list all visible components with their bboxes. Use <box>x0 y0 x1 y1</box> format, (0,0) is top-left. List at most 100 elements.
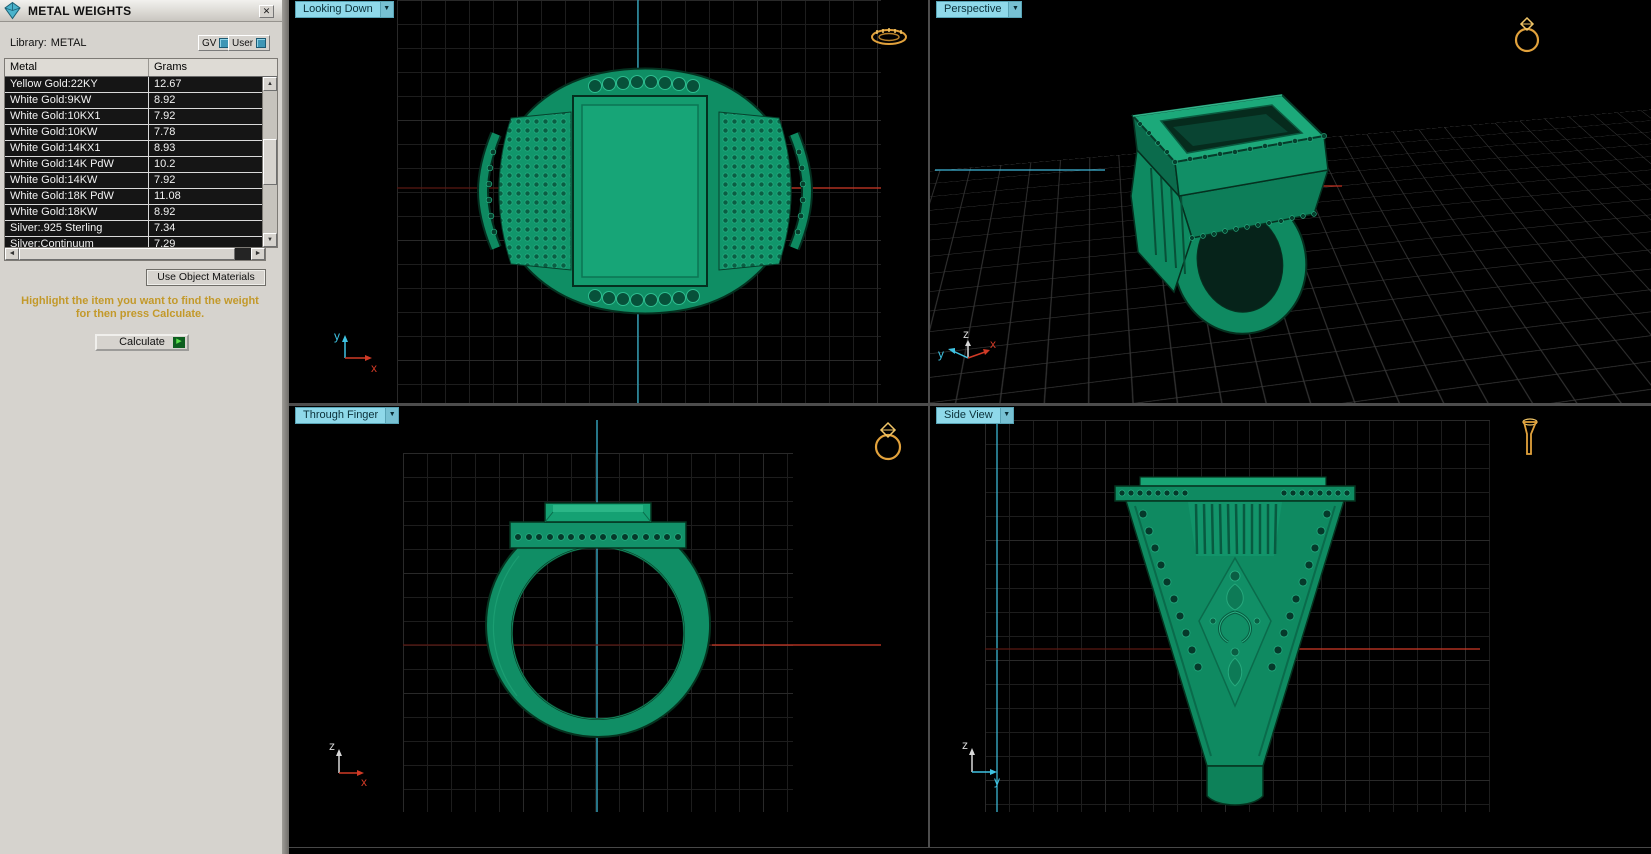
table-row[interactable]: White Gold:14K PdW 10.2 <box>5 157 262 173</box>
viewport-title-through-finger[interactable]: Through Finger ▼ <box>295 407 400 424</box>
ring-gizmo-side-icon <box>1522 418 1538 455</box>
cell-grams: 12.67 <box>154 78 182 90</box>
cell-metal: White Gold:14KX1 <box>5 141 149 156</box>
axis-indicator: y x <box>334 329 377 375</box>
table-row[interactable]: Silver:Continuum 7.29 <box>5 237 262 247</box>
perspective-scene: z y x <box>935 16 1540 361</box>
viewport-perspective[interactable]: z y x Perspective ▼ <box>930 0 1651 403</box>
cell-metal: White Gold:14K PdW <box>5 157 149 172</box>
user-library-button[interactable]: User <box>228 35 271 51</box>
cell-grams: 8.92 <box>154 94 176 106</box>
cell-grams: 8.93 <box>154 142 176 154</box>
ring-model-front-view <box>485 502 712 738</box>
cell-grams: 7.29 <box>154 238 176 247</box>
cell-metal: White Gold:10KW <box>5 125 149 140</box>
use-object-materials-button[interactable]: Use Object Materials <box>146 269 266 286</box>
viewport-through-finger[interactable]: z x Through Finger ▼ <box>289 406 928 847</box>
library-row: Library: METAL <box>10 37 87 49</box>
viewport-title-text[interactable]: Side View <box>936 407 1000 424</box>
panel-title: METAL WEIGHTS <box>28 3 132 18</box>
cell-metal: White Gold:18KW <box>5 205 149 220</box>
viewport-title-side-view[interactable]: Side View ▼ <box>936 407 1014 424</box>
viewport-title-text[interactable]: Perspective <box>936 1 1009 18</box>
cell-grams: 7.92 <box>154 174 176 186</box>
scroll-right-icon[interactable]: ► <box>251 248 265 260</box>
chevron-down-icon[interactable]: ▼ <box>385 407 400 424</box>
cell-metal: White Gold:18K PdW <box>5 189 149 204</box>
table-row[interactable]: White Gold:14KW 7.92 <box>5 173 262 189</box>
x-axis-label: x <box>990 337 996 351</box>
viewport-looking-down[interactable]: y x Looking Down ▼ <box>289 0 928 403</box>
table-header: Metal Grams <box>5 59 277 77</box>
library-label: Library: <box>10 37 47 49</box>
y-axis-label: y <box>994 774 1000 788</box>
x-axis-label: x <box>371 361 377 375</box>
x-axis-label: x <box>361 775 367 789</box>
chevron-down-icon[interactable]: ▼ <box>379 1 394 18</box>
ring-gizmo-top-icon <box>871 28 907 45</box>
table-row[interactable]: Silver:.925 Sterling 7.34 <box>5 221 262 237</box>
through-finger-scene: z x <box>329 420 902 812</box>
chevron-down-icon[interactable]: ▼ <box>1008 1 1023 18</box>
viewport-side-view[interactable]: z y Side View ▼ <box>930 406 1651 847</box>
column-header-grams[interactable]: Grams <box>149 59 277 76</box>
metal-weights-icon <box>4 1 21 20</box>
y-axis-label: y <box>938 347 944 361</box>
calculate-button[interactable]: Calculate ▶ <box>95 334 189 351</box>
scrollbar-thumb[interactable] <box>263 139 277 185</box>
instruction-line-2: for then press Calculate. <box>75 308 205 320</box>
panel-titlebar[interactable]: METAL WEIGHTS ✕ <box>0 0 282 22</box>
table-row[interactable]: Yellow Gold:22KY 12.67 <box>5 77 262 93</box>
cell-grams: 11.08 <box>154 190 181 202</box>
horizontal-scrollbar[interactable]: ◄ ► <box>4 247 266 261</box>
z-axis-label: z <box>329 739 335 753</box>
table-row[interactable]: White Gold:10KW 7.78 <box>5 125 262 141</box>
cell-metal: Silver:.925 Sterling <box>5 221 149 236</box>
calculate-label: Calculate <box>119 336 165 348</box>
user-label: User <box>232 37 254 49</box>
cell-grams: 7.78 <box>154 126 176 138</box>
close-icon[interactable]: ✕ <box>259 5 274 18</box>
metal-weights-table: Metal Grams Yellow Gold:22KY 12.67 White … <box>4 58 278 248</box>
calculate-play-icon: ▶ <box>173 337 185 348</box>
cell-grams: 7.92 <box>154 110 176 122</box>
cell-grams: 7.34 <box>154 222 176 234</box>
viewport-title-perspective[interactable]: Perspective ▼ <box>936 1 1023 18</box>
cell-metal: Silver:Continuum <box>5 237 149 247</box>
table-row[interactable]: White Gold:9KW 8.92 <box>5 93 262 109</box>
table-row[interactable]: White Gold:18KW 8.92 <box>5 205 262 221</box>
viewport-bottom-edge <box>289 847 1651 848</box>
table-row[interactable]: White Gold:14KX1 8.93 <box>5 141 262 157</box>
vertical-scrollbar[interactable]: ▲ ▼ <box>262 77 277 247</box>
axis-indicator: z y <box>962 738 1000 788</box>
ring-model-perspective <box>1130 93 1330 335</box>
ring-model-side-view <box>1114 476 1356 806</box>
looking-down-scene: y x <box>334 0 907 403</box>
axis-indicator: z x <box>329 739 367 789</box>
ring-gizmo-perspective-icon <box>1514 16 1540 53</box>
chevron-down-icon[interactable]: ▼ <box>999 407 1014 424</box>
axis-indicator: z y x <box>938 327 996 361</box>
viewport-title-looking-down[interactable]: Looking Down ▼ <box>295 1 394 18</box>
instruction-text: Highlight the item you want to find the … <box>4 295 276 321</box>
table-row[interactable]: White Gold:10KX1 7.92 <box>5 109 262 125</box>
side-view-scene: z y <box>962 418 1538 812</box>
z-axis-label: z <box>963 327 969 341</box>
z-axis-label: z <box>962 738 968 752</box>
scrollbar-thumb[interactable] <box>19 248 235 260</box>
viewport-title-text[interactable]: Through Finger <box>295 407 386 424</box>
scroll-up-icon[interactable]: ▲ <box>263 77 277 91</box>
app-window: y x Looking Down ▼ z y x Perspective ▼ z… <box>0 0 1651 854</box>
cell-metal: White Gold:14KW <box>5 173 149 188</box>
instruction-line-1: Highlight the item you want to find the … <box>21 295 259 307</box>
cell-metal: White Gold:9KW <box>5 93 149 108</box>
column-header-metal[interactable]: Metal <box>5 59 149 76</box>
cell-grams: 10.2 <box>154 158 176 170</box>
gv-label: GV <box>202 37 217 49</box>
scroll-left-icon[interactable]: ◄ <box>5 248 19 260</box>
cell-metal: White Gold:10KX1 <box>5 109 149 124</box>
metal-weights-panel: METAL WEIGHTS ✕ Library: METAL GV User Me… <box>0 0 289 854</box>
table-row[interactable]: White Gold:18K PdW 11.08 <box>5 189 262 205</box>
scroll-down-icon[interactable]: ▼ <box>263 233 277 247</box>
viewport-title-text[interactable]: Looking Down <box>295 1 380 18</box>
